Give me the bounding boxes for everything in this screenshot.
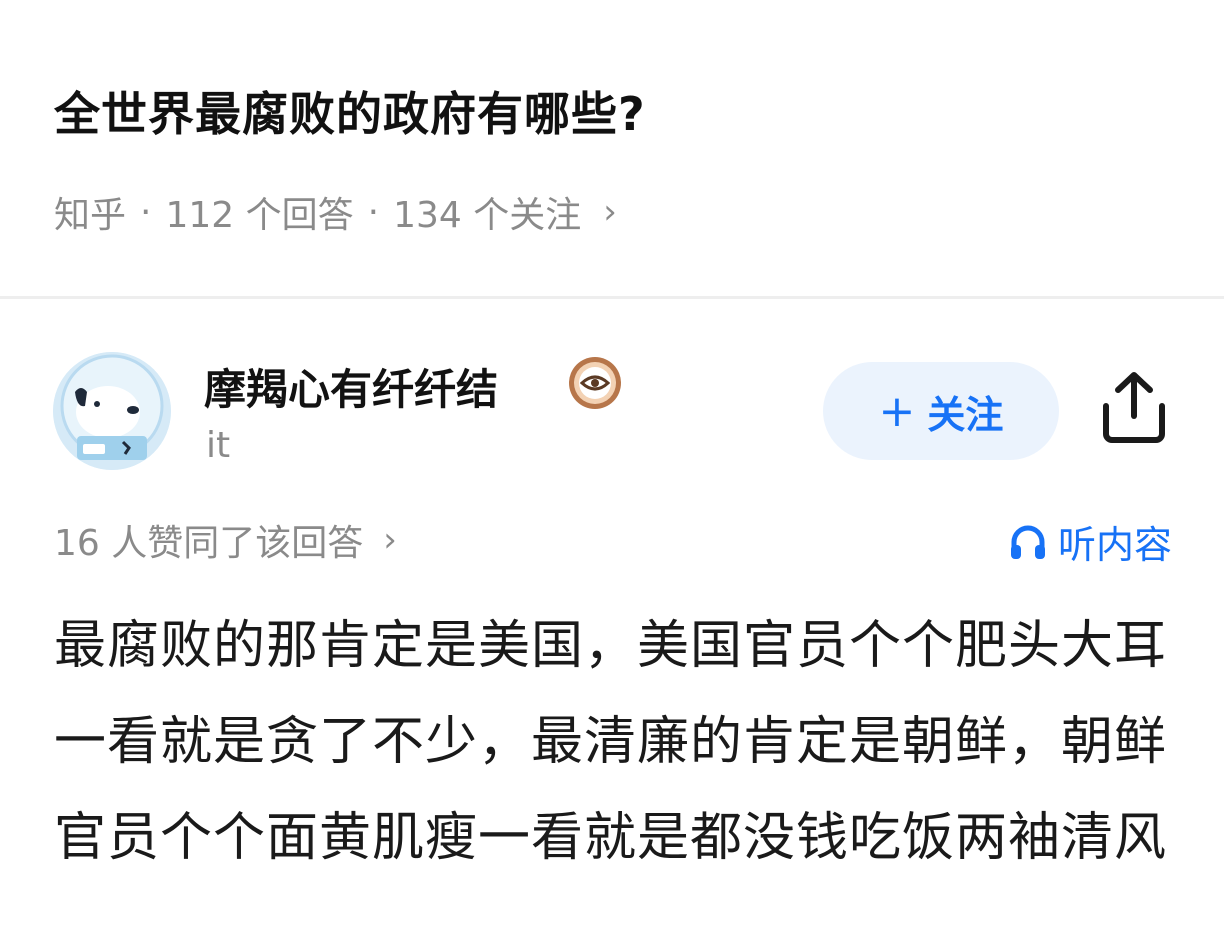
avatar[interactable] — [53, 352, 171, 470]
question-meta[interactable]: 知乎 · 112 个回答 · 134 个关注 › — [54, 186, 617, 238]
author-name[interactable]: 摩羯心有纤纤结 — [204, 356, 498, 417]
listen-label: 听内容 — [1057, 523, 1172, 567]
source-label: 知乎 — [54, 195, 127, 236]
share-icon[interactable] — [1098, 370, 1170, 446]
plus-icon: + — [878, 385, 916, 437]
headphones-icon — [1010, 525, 1045, 559]
answer-page: 全世界最腐败的政府有哪些? 知乎 · 112 个回答 · 134 个关注 › 摩… — [0, 0, 1224, 928]
followers-count: 134 个关注 — [393, 195, 582, 236]
eye-badge-icon[interactable] — [568, 356, 622, 410]
follow-label: 关注 — [927, 392, 1004, 437]
section-divider — [0, 296, 1224, 299]
chevron-right-icon: › — [383, 520, 397, 560]
answer-content[interactable]: 最腐败的那肯定是美国，美国官员个个肥头大耳一看就是贪了不少，最清廉的肯定是朝鲜，… — [54, 598, 1174, 886]
question-title[interactable]: 全世界最腐败的政府有哪些? — [54, 78, 646, 144]
vote-count-text: 16 人赞同了该回答 — [54, 523, 364, 564]
chevron-right-icon: › — [603, 192, 617, 232]
listen-button[interactable]: 听内容 — [1008, 514, 1172, 569]
meta-separator: · — [140, 191, 152, 233]
author-headline: it — [206, 425, 231, 466]
answers-count: 112 个回答 — [165, 195, 354, 236]
follow-button[interactable]: + 关注 — [823, 362, 1059, 460]
vote-summary[interactable]: 16 人赞同了该回答 › — [54, 514, 397, 566]
meta-separator: · — [367, 191, 380, 233]
